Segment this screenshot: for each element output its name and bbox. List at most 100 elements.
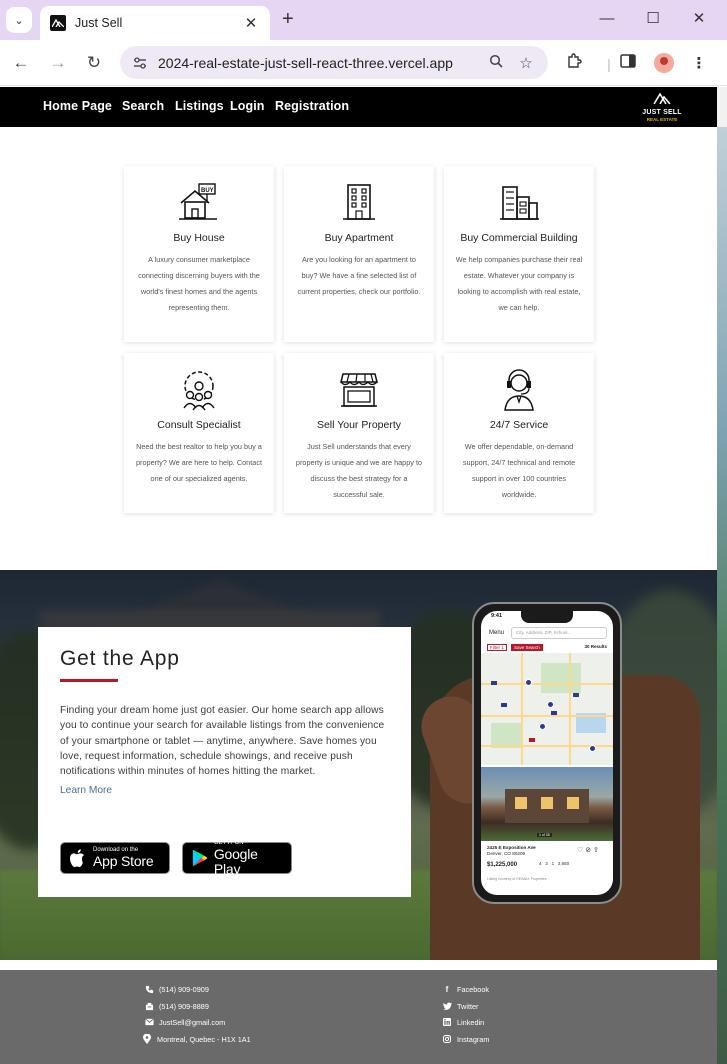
sidebar-icon[interactable] (617, 53, 639, 75)
minimize-icon[interactable]: — (597, 10, 617, 28)
service-card-consult-specialist: Consult Specialist Need the best realtor… (124, 353, 274, 513)
phone-filter-count: 1 (501, 645, 504, 650)
commercial-buildings-icon (500, 186, 539, 220)
profile-avatar[interactable] (654, 53, 674, 73)
logo-subtitle: REAL ESTATE (646, 117, 678, 122)
map-park (541, 663, 581, 693)
close-icon[interactable]: ✕ (242, 14, 260, 32)
omnibox[interactable]: 2024-real-estate-just-sell-react-three.v… (120, 46, 548, 79)
url-text[interactable]: 2024-real-estate-just-sell-react-three.v… (158, 55, 478, 71)
title-underline (60, 679, 118, 682)
zoom-icon[interactable] (484, 54, 508, 72)
listing-photo-count: 1 of 35 (537, 833, 552, 837)
service-card-support: 24/7 Service We offer dependable, on-dem… (444, 353, 594, 513)
app-promo-card: Get the App Finding your dream home just… (38, 627, 411, 897)
listing-city: Denver, CO 80209 (487, 851, 526, 856)
app-store-button[interactable]: Download on the App Store (60, 842, 170, 874)
twitter-icon (442, 1001, 452, 1011)
kebab-menu-icon[interactable]: ⋮ (688, 53, 710, 75)
map-price-tag (551, 711, 557, 715)
footer-fax: (514) 909-8889 (144, 1001, 209, 1011)
footer-fax-text: (514) 909-8889 (159, 1001, 209, 1011)
nav-home[interactable]: Home Page (43, 99, 112, 113)
app-title: Get the App (60, 647, 180, 670)
service-text: Are you looking for an apartment to buy?… (297, 255, 421, 296)
extensions-icon[interactable] (563, 53, 585, 75)
phone-filter-button: Filter 1 (487, 644, 507, 651)
facebook-link[interactable]: Facebook (457, 985, 489, 994)
listing-full-baths: 3 (545, 861, 548, 866)
new-tab-icon[interactable]: + (282, 9, 294, 29)
browser-tab[interactable]: Just Sell ✕ (40, 6, 270, 40)
site-settings-icon[interactable] (130, 53, 150, 73)
map-road (521, 653, 523, 765)
instagram-icon (442, 1034, 452, 1044)
logo-title: JUST SELL (642, 109, 682, 116)
fax-icon (144, 1001, 154, 1011)
learn-more-link[interactable]: Learn More (60, 785, 389, 796)
footer-phone: (514) 909-0909 (144, 984, 209, 994)
phone-filter-label: Filter (490, 645, 500, 650)
tab-search-icon[interactable]: ⌄ (6, 7, 32, 33)
google-play-button[interactable]: GET IT ON Google Play (182, 840, 292, 876)
desktop-edge-strip-top (717, 87, 727, 127)
storefront-icon (340, 373, 378, 407)
footer-email-text[interactable]: JustSell@gmail.com (159, 1018, 225, 1027)
map-pin (547, 701, 554, 708)
service-title: Consult Specialist (157, 419, 241, 431)
listing-courtesy: Listing courtesy of RE/MAX Properties (487, 877, 547, 881)
service-card-sell-property: Sell Your Property Just Sell understands… (284, 353, 434, 513)
footer-email[interactable]: JustSell@gmail.com (144, 1017, 225, 1027)
map-road (569, 653, 571, 765)
nav-login[interactable]: Login (230, 99, 265, 113)
location-pin-icon (142, 1034, 152, 1044)
listing-actions-icons: ♡ ⊘ ⇧ (577, 847, 599, 854)
reload-icon[interactable]: ↻ (83, 52, 105, 74)
phone-menu: Menu (489, 630, 505, 636)
nav-listings[interactable]: Listings (175, 99, 224, 113)
listing-window (541, 797, 553, 809)
map-price-tag (573, 693, 579, 697)
tab-title: Just Sell (75, 16, 123, 30)
service-text: We help companies purchase their real es… (455, 255, 583, 312)
service-text: A luxury consumer marketplace connecting… (138, 255, 260, 312)
phone-save-search-button: Save Search (511, 644, 543, 651)
twitter-link[interactable]: Twitter (457, 1002, 479, 1011)
phone-mockup: 9:41 Menu City, Address, ZIP, School... … (472, 602, 622, 904)
footer-facebook[interactable]: f Facebook (442, 984, 489, 994)
linkedin-link[interactable]: Linkedin (457, 1018, 484, 1027)
email-icon (144, 1017, 154, 1027)
service-text: Need the best realtor to help you buy a … (135, 442, 262, 483)
house-buy-icon: BUY (179, 183, 217, 220)
listing-address: 2425 E Exposition Ave Denver, CO 80209 (487, 845, 536, 857)
nav-registration[interactable]: Registration (275, 99, 349, 113)
close-window-icon[interactable]: ✕ (689, 10, 709, 28)
service-card-buy-house: BUY Buy House A luxury consumer marketpl… (124, 166, 274, 342)
listing-street: 2425 E Exposition Ave (487, 845, 536, 850)
site-logo[interactable]: JUST SELL REAL ESTATE (638, 91, 686, 123)
listing-half-baths: 1 (551, 861, 555, 866)
apple-icon (70, 849, 84, 868)
footer-phone-text: (514) 909-0909 (159, 984, 209, 994)
phone-screen: 9:41 Menu City, Address, ZIP, School... … (481, 611, 613, 895)
back-icon[interactable]: ← (10, 52, 32, 74)
phone-search-placeholder: City, Address, ZIP, School... (516, 630, 572, 635)
maximize-icon[interactable]: ☐ (643, 10, 663, 28)
map-price-tag (491, 681, 497, 685)
nav-search[interactable]: Search (122, 99, 164, 113)
listing-stats: 4 3 1 3,650 (539, 861, 569, 866)
footer-address: Montreal, Quebec - H1X 1A1 (142, 1034, 251, 1044)
phone-results-count: 30 Results (584, 644, 607, 649)
linkedin-icon (442, 1017, 452, 1027)
section-divider (0, 960, 717, 970)
map-price-tag (529, 738, 535, 742)
footer-instagram[interactable]: Instagram (442, 1034, 489, 1044)
bookmark-star-icon[interactable]: ☆ (514, 54, 538, 72)
service-title: Buy House (173, 232, 225, 244)
google-play-icon (192, 849, 208, 867)
instagram-link[interactable]: Instagram (457, 1035, 489, 1044)
footer-twitter[interactable]: Twitter (442, 1001, 479, 1011)
forward-icon[interactable]: → (47, 52, 69, 74)
service-title: Sell Your Property (316, 419, 402, 431)
footer-linkedin[interactable]: Linkedin (442, 1017, 484, 1027)
